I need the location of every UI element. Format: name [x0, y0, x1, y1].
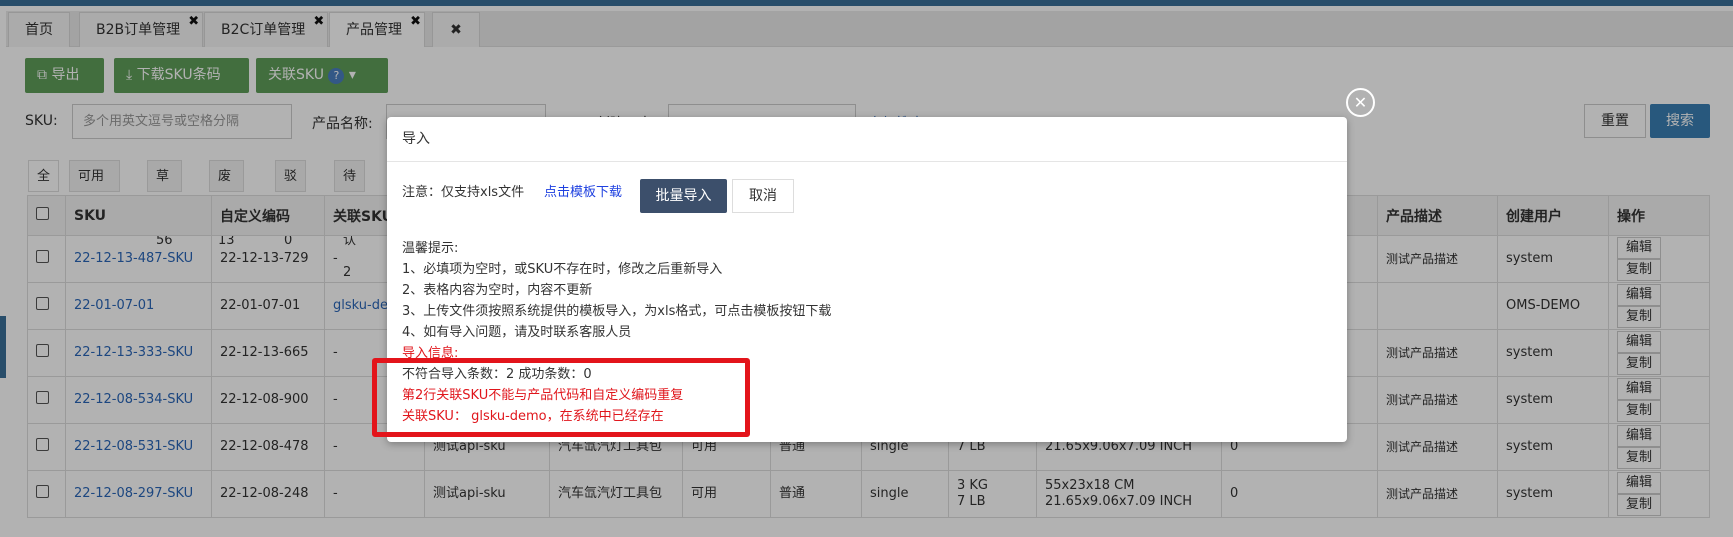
tip-line: 1、必填项为空时，或SKU不存在时，修改之后重新导入 [402, 262, 723, 277]
tip-line: 4、如有导入问题，请及时联系客服人员 [402, 325, 632, 340]
tip-line: 2、表格内容为空时，内容不更新 [402, 283, 593, 298]
modal-title: 导入 [387, 117, 1347, 162]
modal-close-button[interactable]: ✕ [1346, 88, 1375, 117]
tip-line: 3、上传文件须按照系统提供的模板导入，为xls格式，可点击模板按钮下载 [402, 304, 832, 319]
import-note: 注意：仅支持xls文件 [402, 185, 525, 200]
close-icon: ✕ [1353, 93, 1368, 112]
template-download-link[interactable]: 点击模板下载 [544, 181, 622, 200]
tips-title: 温馨提示: [402, 241, 459, 256]
batch-import-button[interactable]: 批量导入 [640, 179, 727, 213]
error-highlight-box [372, 358, 750, 437]
cancel-button[interactable]: 取消 [732, 179, 794, 213]
